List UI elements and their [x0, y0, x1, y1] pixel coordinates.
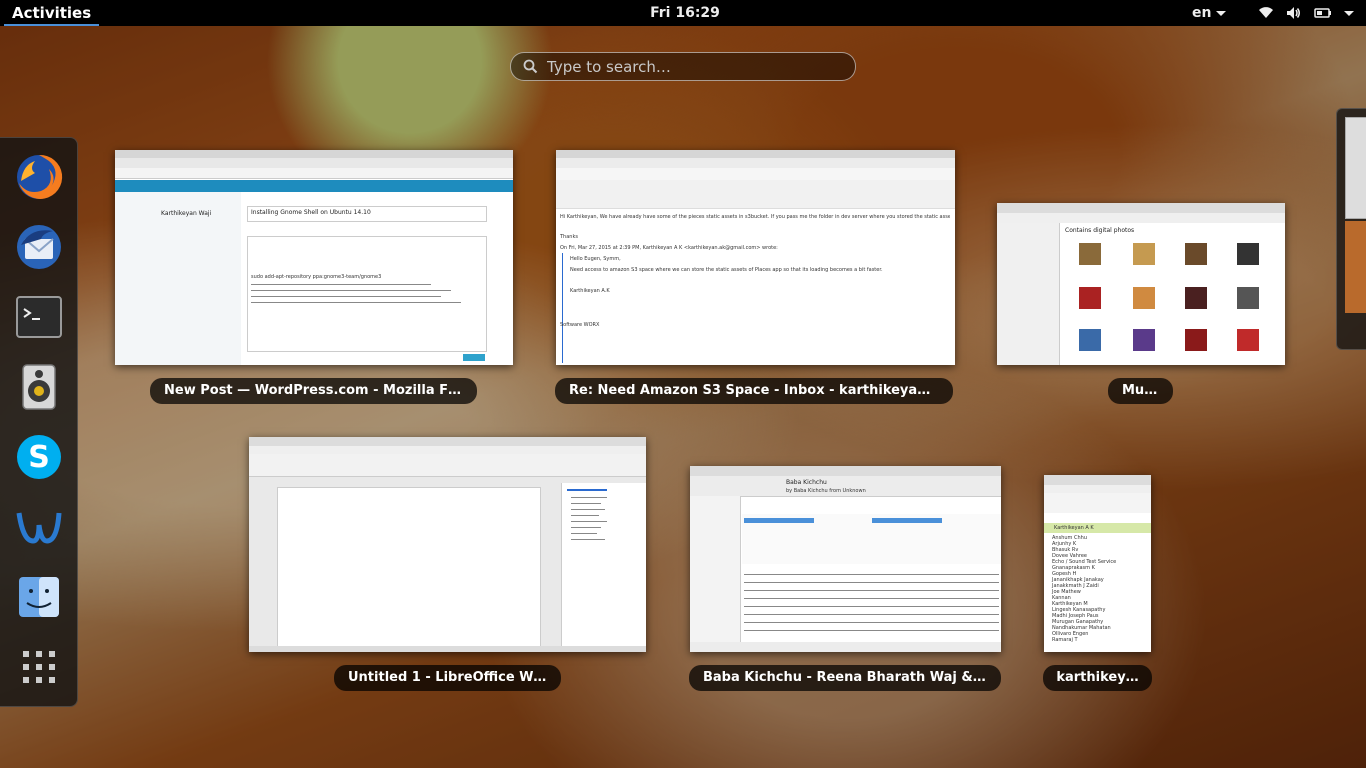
- window-thumbnail-rhythmbox[interactable]: Baba Kichchu by Baba Kichchu from Unknow…: [690, 466, 1001, 652]
- language-indicator[interactable]: en: [1192, 0, 1211, 26]
- workspace-switcher[interactable]: [1336, 108, 1366, 350]
- window-caption[interactable]: Re: Need Amazon S3 Space - Inbox - karth…: [555, 378, 953, 404]
- window-thumbnail-writer[interactable]: [249, 437, 646, 652]
- contact-item[interactable]: Ramaraj T: [1052, 637, 1078, 643]
- window-caption[interactable]: Baba Kichchu - Reena Bharath Waj & S.…: [689, 665, 1001, 691]
- show-applications-icon[interactable]: [13, 641, 65, 693]
- mail-greeting: Hi Karthikeyan, We have already have som…: [560, 214, 950, 220]
- dash: S: [0, 137, 78, 707]
- skype-icon[interactable]: S: [13, 431, 65, 483]
- libreoffice-writer-icon[interactable]: [13, 501, 65, 553]
- firefox-icon[interactable]: [13, 151, 65, 203]
- wp-user-name: Karthikeyan Waji: [161, 210, 212, 217]
- mail-team: Software WORX: [560, 322, 600, 328]
- workspace-thumbnail[interactable]: [1345, 117, 1366, 219]
- mail-hello: Hello Eugen, Symm,: [570, 256, 621, 262]
- battery-icon[interactable]: [1314, 5, 1332, 25]
- wp-post-title: Installing Gnome Shell on Ubuntu 14.10: [251, 209, 371, 216]
- window-caption[interactable]: Music: [1108, 378, 1173, 404]
- mail-thanks: Thanks: [560, 234, 578, 240]
- search-icon: [523, 59, 538, 78]
- system-menu-arrow-icon[interactable]: [1344, 11, 1354, 16]
- window-caption[interactable]: New Post — WordPress.com - Mozilla Firef…: [150, 378, 477, 404]
- workspace-thumbnail[interactable]: [1345, 221, 1366, 313]
- thunderbird-icon[interactable]: [13, 221, 65, 273]
- wp-post-body: sudo add-apt-repository ppa:gnome3-team/…: [251, 274, 382, 280]
- chevron-down-icon: [1216, 11, 1226, 16]
- rhythmbox-track-title: Baba Kichchu: [786, 479, 827, 486]
- svg-text:S: S: [28, 440, 50, 475]
- clock[interactable]: Fri 16:29: [640, 0, 730, 26]
- music-folder-heading: Contains digital photos: [1065, 227, 1135, 234]
- window-thumbnail-music[interactable]: Contains digital photos: [997, 203, 1285, 365]
- top-bar: Activities Fri 16:29 en: [0, 0, 1366, 26]
- finder-icon[interactable]: [13, 571, 65, 623]
- search-box[interactable]: [510, 52, 856, 81]
- contacts-self-name: Karthikeyan A K: [1054, 525, 1094, 531]
- search-input[interactable]: [545, 55, 849, 79]
- mail-signature: Karthikeyan A.K: [570, 288, 610, 294]
- volume-icon[interactable]: [1285, 5, 1301, 25]
- window-caption[interactable]: Untitled 1 - LibreOffice Writer: [334, 665, 561, 691]
- window-thumbnail-thunderbird[interactable]: Hi Karthikeyan, We have already have som…: [556, 150, 955, 365]
- mail-body: Need access to amazon S3 space where we …: [570, 267, 883, 273]
- rhythmbox-track-artist: by Baba Kichchu from Unknown: [786, 488, 866, 494]
- activities-button[interactable]: Activities: [0, 0, 103, 26]
- terminal-icon[interactable]: [13, 291, 65, 343]
- window-caption[interactable]: karthikey…: [1043, 665, 1152, 691]
- rhythmbox-icon[interactable]: [13, 361, 65, 413]
- window-thumbnail-firefox[interactable]: Karthikeyan Waji Installing Gnome Shell …: [115, 150, 513, 365]
- wifi-icon[interactable]: [1258, 5, 1274, 25]
- window-thumbnail-contacts[interactable]: Karthikeyan A K Anshum Chhu Arjunhy K Bh…: [1044, 475, 1151, 652]
- mail-quote: On Fri, Mar 27, 2015 at 2:39 PM, Karthik…: [560, 245, 778, 251]
